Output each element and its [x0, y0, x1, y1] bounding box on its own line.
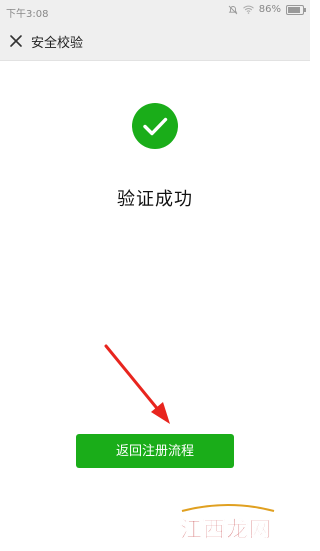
battery-icon: [286, 4, 306, 15]
page-title: 安全校验: [31, 36, 84, 51]
status-time: 下午3:08: [6, 9, 49, 20]
result-title: 验证成功: [117, 189, 193, 210]
alarm-off-icon: [228, 5, 238, 15]
wifi-icon: [242, 5, 254, 14]
status-bar: 下午3:08 86%: [0, 0, 310, 22]
battery-level: [288, 6, 300, 13]
battery-percent: 86%: [258, 4, 281, 15]
svg-text:江西龙网: 江西龙网: [180, 518, 272, 543]
close-icon[interactable]: [8, 33, 24, 49]
nav-bar: 安全校验: [0, 22, 310, 61]
status-icons: 86%: [228, 4, 306, 15]
check-circle-icon: [132, 103, 178, 149]
return-to-registration-button[interactable]: 返回注册流程: [76, 434, 234, 468]
watermark-logo: 江西龙网: [178, 501, 278, 547]
